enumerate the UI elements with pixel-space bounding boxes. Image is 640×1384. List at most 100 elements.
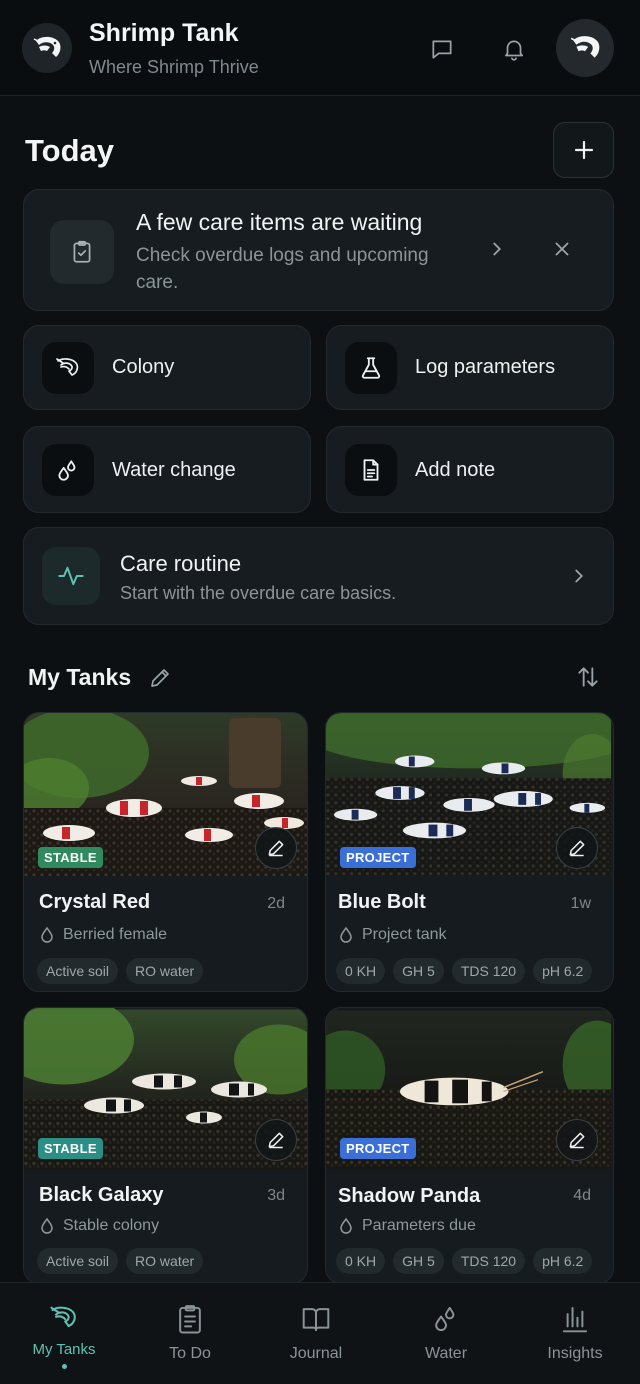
edit-tank-button[interactable]: [556, 1119, 598, 1161]
bar-chart-icon: [562, 1306, 588, 1333]
tag: TDS 120: [451, 1248, 526, 1274]
alert-body: Check overdue logs and upcoming care.: [136, 245, 429, 293]
tag: RO water: [126, 958, 204, 984]
droplet-icon: [41, 1217, 53, 1234]
tag: 0 KH: [336, 1248, 386, 1274]
tank-card-crystal-red[interactable]: STABLE Crystal Red 2d Berried female Act…: [23, 712, 308, 992]
pencil-icon: [569, 1132, 585, 1149]
document-icon: [345, 444, 397, 496]
tank-tags: 0 KH GH 5 TDS 120 pH 6.2: [336, 1248, 593, 1274]
log-parameters-button[interactable]: Log parameters: [326, 325, 614, 410]
tank-status: Stable colony: [39, 1217, 159, 1235]
status-badge: STABLE: [38, 1138, 103, 1159]
nav-water[interactable]: Water: [391, 1303, 501, 1363]
routine-subtitle: Start with the overdue care basics.: [120, 583, 397, 603]
edit-tank-button[interactable]: [255, 1119, 297, 1161]
tank-status: Berried female: [39, 926, 167, 944]
droplets-icon: [435, 1306, 455, 1331]
tag: GH 5: [393, 1248, 444, 1274]
book-icon: [302, 1308, 330, 1332]
tag: Active soil: [37, 958, 119, 984]
pencil-icon: [569, 840, 585, 857]
activity-icon: [42, 547, 100, 605]
edit-tank-button[interactable]: [255, 827, 297, 869]
plus-icon: [574, 140, 593, 160]
chat-icon[interactable]: [427, 34, 457, 64]
tank-tags: Active soil RO water: [37, 1248, 204, 1274]
flask-icon: [345, 342, 397, 394]
colony-button[interactable]: Colony: [23, 325, 311, 410]
my-tanks-title: My Tanks: [28, 664, 132, 690]
close-icon[interactable]: [551, 238, 573, 265]
nav-label: Journal: [289, 1345, 343, 1362]
app-subtitle: Where Shrimp Thrive: [89, 57, 259, 77]
status-badge: PROJECT: [340, 847, 416, 868]
droplets-icon: [42, 444, 94, 496]
shrimp-logo-icon: [22, 23, 72, 73]
tank-tags: Active soil RO water: [37, 958, 204, 984]
tank-age: 4d: [573, 1187, 591, 1204]
tank-age: 1w: [570, 895, 591, 912]
edit-tank-button[interactable]: [556, 827, 598, 869]
droplet-icon: [340, 1217, 352, 1234]
add-button[interactable]: [553, 122, 614, 178]
droplet-icon: [340, 926, 352, 943]
tank-name: Crystal Red: [39, 891, 151, 913]
nav-label: Water: [424, 1345, 468, 1362]
alert-title: A few care items are waiting: [136, 209, 423, 235]
bottom-nav: My Tanks To Do Journal Water Insights: [0, 1282, 640, 1384]
tag: TDS 120: [451, 958, 526, 984]
nav-label: My Tanks: [32, 1341, 96, 1358]
action-label: Log parameters: [415, 356, 556, 378]
tank-name: Shadow Panda: [338, 1185, 481, 1207]
care-routine-card[interactable]: Care routine Start with the overdue care…: [23, 527, 614, 625]
routine-title: Care routine: [120, 551, 242, 576]
nav-my-tanks[interactable]: My Tanks: [9, 1303, 119, 1369]
app-title: Shrimp Tank: [89, 19, 239, 47]
tag: Active soil: [37, 1248, 119, 1274]
nav-journal[interactable]: Journal: [261, 1303, 371, 1363]
shrimp-icon: [50, 1306, 76, 1328]
chevron-right-icon: [568, 565, 590, 592]
avatar[interactable]: [556, 19, 614, 77]
chevron-right-icon[interactable]: [486, 238, 508, 265]
tag: GH 5: [393, 958, 444, 984]
tank-name: Black Galaxy: [39, 1184, 164, 1206]
tag: pH 6.2: [533, 958, 593, 984]
action-label: Colony: [112, 356, 175, 378]
tank-name: Blue Bolt: [338, 891, 426, 913]
tank-status: Project tank: [338, 926, 446, 944]
pencil-icon: [268, 840, 284, 857]
shrimp-icon: [42, 342, 94, 394]
nav-label: To Do: [169, 1345, 211, 1362]
pencil-icon: [268, 1132, 284, 1149]
tag: 0 KH: [336, 958, 386, 984]
tank-tags: 0 KH GH 5 TDS 120 pH 6.2: [336, 958, 593, 984]
nav-to-do[interactable]: To Do: [135, 1303, 245, 1363]
status-badge: PROJECT: [340, 1138, 416, 1159]
tank-card-black-galaxy[interactable]: STABLE Black Galaxy 3d Stable colony Act…: [23, 1007, 308, 1284]
tank-age: 3d: [267, 1187, 285, 1204]
tank-status: Parameters due: [338, 1217, 476, 1235]
sort-icon[interactable]: [575, 664, 601, 695]
tank-card-blue-bolt[interactable]: PROJECT Blue Bolt 1w Project tank 0 KH G…: [325, 712, 614, 992]
tag: RO water: [126, 1248, 204, 1274]
app-header: Shrimp Tank Where Shrimp Thrive: [0, 0, 640, 96]
tank-age: 2d: [267, 895, 285, 912]
tag: pH 6.2: [533, 1248, 593, 1274]
active-indicator: [61, 1364, 67, 1369]
pencil-icon[interactable]: [148, 666, 172, 695]
today-title: Today: [25, 133, 114, 168]
nav-label: Insights: [547, 1345, 603, 1362]
tank-card-shadow-panda[interactable]: PROJECT Shadow Panda 4d Parameters due 0…: [325, 1007, 614, 1284]
status-badge: STABLE: [38, 847, 103, 868]
water-change-button[interactable]: Water change: [23, 426, 311, 513]
care-alert-card[interactable]: A few care items are waiting Check overd…: [23, 189, 614, 311]
clipboard-icon: [179, 1305, 201, 1334]
nav-insights[interactable]: Insights: [520, 1303, 630, 1363]
add-note-button[interactable]: Add note: [326, 426, 614, 513]
clipboard-check-icon: [50, 220, 114, 284]
action-label: Water change: [112, 459, 236, 481]
droplet-icon: [41, 926, 53, 943]
bell-icon[interactable]: [499, 34, 529, 64]
